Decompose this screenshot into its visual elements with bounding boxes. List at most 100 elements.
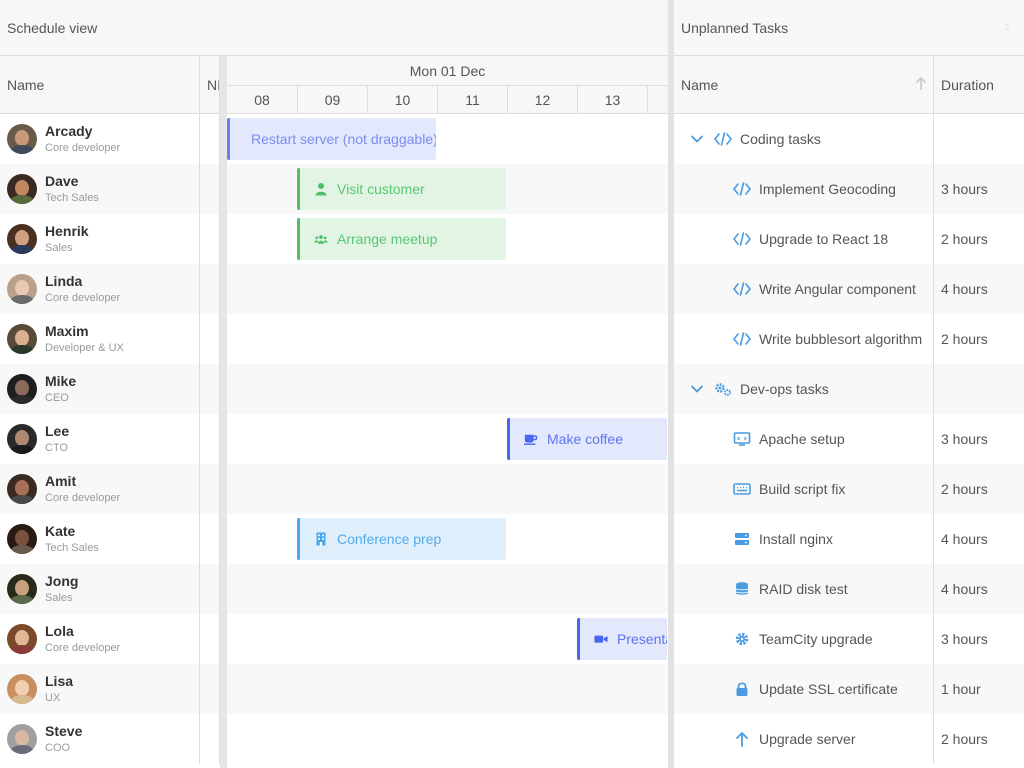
task-name-cell: Install nginx [674, 514, 934, 564]
resource-cell: Lisa UX [0, 664, 200, 714]
task-group-name: Dev-ops tasks [740, 381, 829, 397]
sort-ascending-icon[interactable] [915, 77, 927, 91]
avatar [7, 324, 37, 354]
resource-row[interactable]: Arcady Core developer Restart server (no… [0, 114, 668, 164]
resource-row[interactable]: Steve COO [0, 714, 668, 764]
resource-row[interactable]: Lisa UX [0, 664, 668, 714]
task-name: Upgrade to React 18 [759, 231, 889, 247]
task-group-row[interactable]: Dev-ops tasks [674, 364, 1024, 414]
event-bar[interactable]: Restart server (not draggable) [227, 118, 436, 160]
task-name: Write bubblesort algorithm [759, 331, 923, 347]
monitor-icon [733, 431, 751, 447]
task-duration: 3 hours [941, 631, 988, 647]
task-row[interactable]: Implement Geocoding 3 hours [674, 164, 1024, 214]
resource-role: Sales [45, 241, 73, 254]
nl-cell [200, 314, 220, 364]
nl-cell [200, 464, 220, 514]
task-name: Implement Geocoding [759, 181, 896, 197]
splitter-segment [220, 314, 227, 364]
resource-name: Steve [45, 722, 83, 739]
task-group-row[interactable]: Coding tasks [674, 114, 1024, 164]
avatar [7, 424, 37, 454]
resource-cell: Arcady Core developer [0, 114, 200, 164]
task-name-cell: Apache setup [674, 414, 934, 464]
nl-cell [200, 714, 220, 764]
event-bar[interactable]: Arrange meetup [297, 218, 506, 260]
task-row[interactable]: Apache setup 3 hours [674, 414, 1024, 464]
splitter-segment [220, 514, 227, 564]
chevron-down-icon[interactable] [690, 382, 704, 396]
task-name-column-header[interactable]: Name [674, 56, 934, 114]
resource-row[interactable]: Lee CTO Make coffee [0, 414, 668, 464]
resource-row[interactable]: Amit Core developer [0, 464, 668, 514]
avatar [7, 124, 37, 154]
hour-tick: 12 [507, 85, 577, 114]
task-name-cell: Build script fix [674, 464, 934, 514]
resource-name: Lisa [45, 672, 74, 689]
resource-column-label: Name [7, 76, 45, 93]
hour-tick [647, 85, 668, 114]
resource-column-header[interactable]: Name [0, 56, 200, 114]
unplanned-title: Unplanned Tasks [674, 0, 1024, 56]
task-row[interactable]: Update SSL certificate 1 hour [674, 664, 1024, 714]
resource-row[interactable]: Kate Tech Sales Conference prep [0, 514, 668, 564]
chevron-right-icon[interactable]: › [1005, 18, 1010, 36]
task-duration: 1 hour [941, 681, 981, 697]
event-bar[interactable]: Make coffee [507, 418, 667, 460]
nl-column-header[interactable]: NI [200, 56, 220, 114]
task-duration: 4 hours [941, 531, 988, 547]
date-label: Mon 01 Dec [409, 63, 486, 79]
resource-name: Kate [45, 522, 76, 539]
task-group-name: Coding tasks [740, 131, 821, 147]
task-row[interactable]: Upgrade to React 18 2 hours [674, 214, 1024, 264]
resource-role: Core developer [45, 491, 121, 504]
task-row[interactable]: TeamCity upgrade 3 hours [674, 614, 1024, 664]
chevron-down-icon[interactable] [690, 132, 704, 146]
resource-row[interactable]: Linda Core developer [0, 264, 668, 314]
user-icon [314, 182, 328, 196]
event-name: Presentation [617, 631, 667, 647]
resource-row[interactable]: Henrik Sales Arrange meetup [0, 214, 668, 264]
task-row[interactable]: Install nginx 4 hours [674, 514, 1024, 564]
nl-cell [200, 414, 220, 464]
splitter-segment [220, 364, 227, 414]
nl-cell [200, 264, 220, 314]
resource-role: Core developer [45, 291, 121, 304]
task-row[interactable]: Write Angular component 4 hours [674, 264, 1024, 314]
splitter-segment [220, 664, 227, 714]
avatar [7, 724, 37, 754]
splitter-segment [220, 614, 227, 664]
timeaxis-header: Mon 01 Dec 08 09 10 11 12 13 [227, 56, 668, 114]
event-bar[interactable]: Visit customer [297, 168, 506, 210]
cogs-icon [714, 381, 732, 397]
schedule-title: Schedule view [0, 0, 668, 56]
nl-cell [200, 614, 220, 664]
event-bar[interactable]: Presentation [577, 618, 667, 660]
avatar [7, 224, 37, 254]
task-row[interactable]: Build script fix 2 hours [674, 464, 1024, 514]
task-duration: 3 hours [941, 431, 988, 447]
event-bar[interactable]: Conference prep [297, 518, 506, 560]
duration-column-header[interactable]: Duration [934, 56, 1024, 114]
avatar [7, 174, 37, 204]
event-name: Arrange meetup [337, 231, 438, 247]
resource-row[interactable]: Mike CEO [0, 364, 668, 414]
resource-name: Linda [45, 272, 83, 289]
resource-row[interactable]: Jong Sales [0, 564, 668, 614]
resource-row[interactable]: Lola Core developer Presentation [0, 614, 668, 664]
splitter-segment [220, 164, 227, 214]
resource-row[interactable]: Maxim Developer & UX [0, 314, 668, 364]
task-row[interactable]: Write bubblesort algorithm 2 hours [674, 314, 1024, 364]
resource-row[interactable]: Dave Tech Sales Visit customer [0, 164, 668, 214]
task-duration: 4 hours [941, 581, 988, 597]
task-row[interactable]: RAID disk test 4 hours [674, 564, 1024, 614]
resource-name: Arcady [45, 122, 93, 139]
hour-tick: 10 [367, 85, 437, 114]
task-row[interactable]: Upgrade server 2 hours [674, 714, 1024, 764]
avatar [7, 274, 37, 304]
users-icon [314, 232, 328, 246]
resource-role: UX [45, 691, 61, 704]
task-name-cell: Implement Geocoding [674, 164, 934, 214]
resource-cell: Lola Core developer [0, 614, 200, 664]
event-name: Visit customer [337, 181, 425, 197]
